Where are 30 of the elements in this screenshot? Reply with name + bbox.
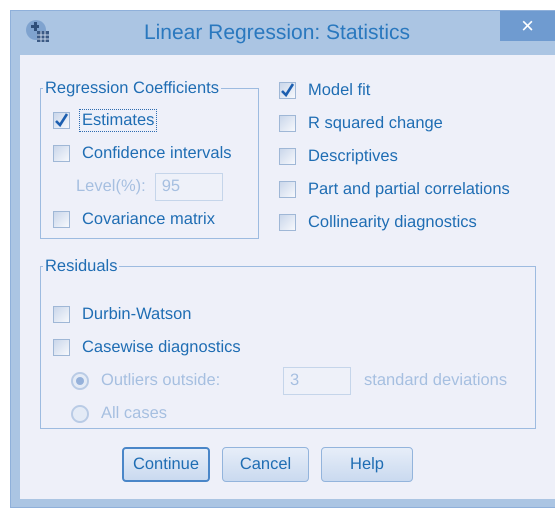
window-title: Linear Regression: Statistics	[144, 21, 410, 45]
checkbox[interactable]	[279, 181, 296, 198]
dialog-button[interactable]: Help	[321, 447, 413, 482]
checkbox-label[interactable]: Casewise diagnostics	[79, 336, 244, 359]
checkbox-label[interactable]: Durbin-Watson	[79, 303, 194, 326]
checkbox[interactable]	[279, 82, 296, 99]
group-title: Regression Coefficients	[44, 79, 220, 98]
checkbox[interactable]	[53, 339, 70, 356]
checkbox-label[interactable]: Descriptives	[305, 145, 401, 168]
group-title: Residuals	[44, 257, 118, 276]
dialog-button[interactable]: Cancel	[222, 447, 309, 482]
checkbox-label[interactable]: Estimates	[79, 109, 158, 132]
checkbox[interactable]	[53, 112, 70, 129]
checkbox[interactable]	[53, 306, 70, 323]
checkbox-label[interactable]: Model fit	[305, 79, 374, 102]
checkbox[interactable]	[279, 148, 296, 165]
app-icon	[25, 19, 51, 45]
checkbox[interactable]	[279, 214, 296, 231]
close-button[interactable]: ×	[500, 11, 555, 41]
checkbox-label[interactable]: Collinearity diagnostics	[305, 211, 480, 234]
checkbox-label[interactable]: Confidence intervals	[79, 142, 234, 165]
dialog-button[interactable]: Continue	[122, 447, 210, 482]
checkbox[interactable]	[53, 145, 70, 162]
unit-label: standard deviations	[364, 371, 508, 390]
checkbox-label[interactable]: Covariance matrix	[79, 208, 218, 231]
checkbox[interactable]	[279, 115, 296, 132]
checkbox-label[interactable]: Part and partial correlations	[305, 178, 513, 201]
checkbox[interactable]	[53, 211, 70, 228]
checkbox-label[interactable]: R squared change	[305, 112, 446, 135]
field-label: Level(%):	[76, 177, 146, 196]
